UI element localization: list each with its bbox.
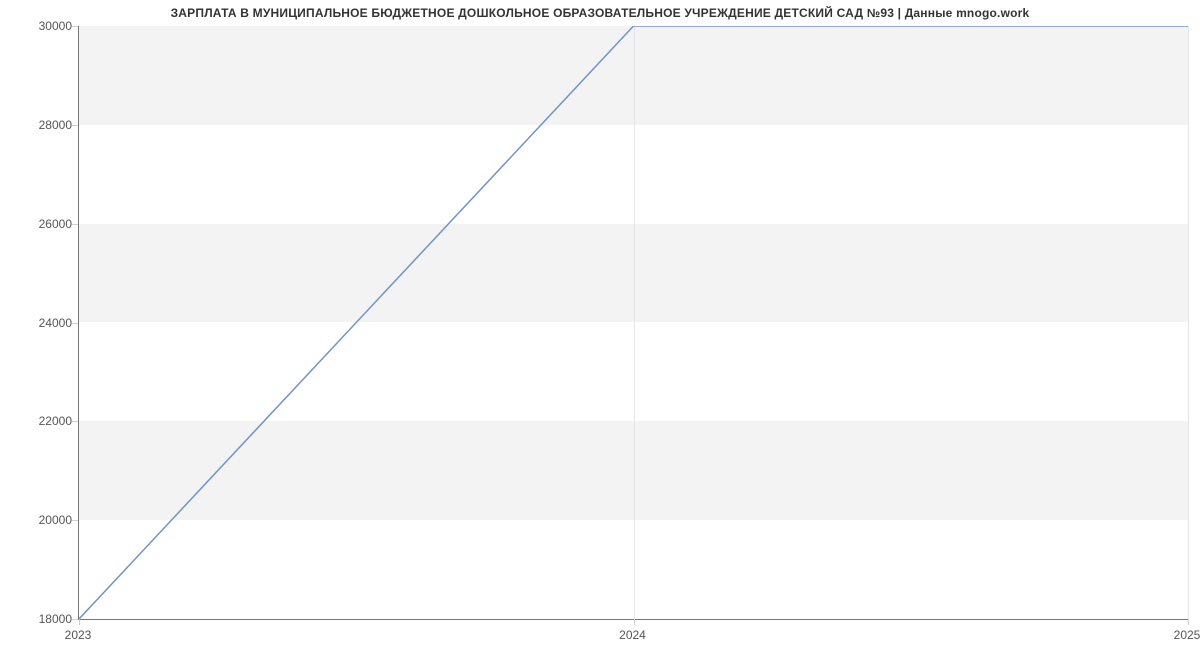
y-tick-label: 18000	[12, 612, 72, 626]
y-tick-label: 28000	[12, 118, 72, 132]
y-tick-label: 24000	[12, 316, 72, 330]
y-tick	[72, 224, 78, 225]
y-tick	[72, 125, 78, 126]
x-gridline	[1188, 26, 1189, 619]
chart-title: ЗАРПЛАТА В МУНИЦИПАЛЬНОЕ БЮДЖЕТНОЕ ДОШКО…	[0, 6, 1200, 20]
line-series	[79, 26, 1188, 619]
x-tick	[79, 619, 80, 625]
x-tick-label: 2023	[65, 628, 92, 642]
x-tick-label: 2024	[619, 628, 646, 642]
y-tick	[72, 323, 78, 324]
plot-area	[78, 26, 1188, 620]
y-tick	[72, 421, 78, 422]
y-tick-label: 26000	[12, 217, 72, 231]
y-tick-label: 22000	[12, 414, 72, 428]
x-tick	[634, 619, 635, 625]
chart-container: ЗАРПЛАТА В МУНИЦИПАЛЬНОЕ БЮДЖЕТНОЕ ДОШКО…	[0, 0, 1200, 650]
y-tick	[72, 26, 78, 27]
y-tick-label: 30000	[12, 19, 72, 33]
x-tick	[1188, 619, 1189, 625]
y-tick	[72, 520, 78, 521]
y-tick	[72, 619, 78, 620]
y-tick-label: 20000	[12, 513, 72, 527]
x-tick-label: 2025	[1174, 628, 1200, 642]
